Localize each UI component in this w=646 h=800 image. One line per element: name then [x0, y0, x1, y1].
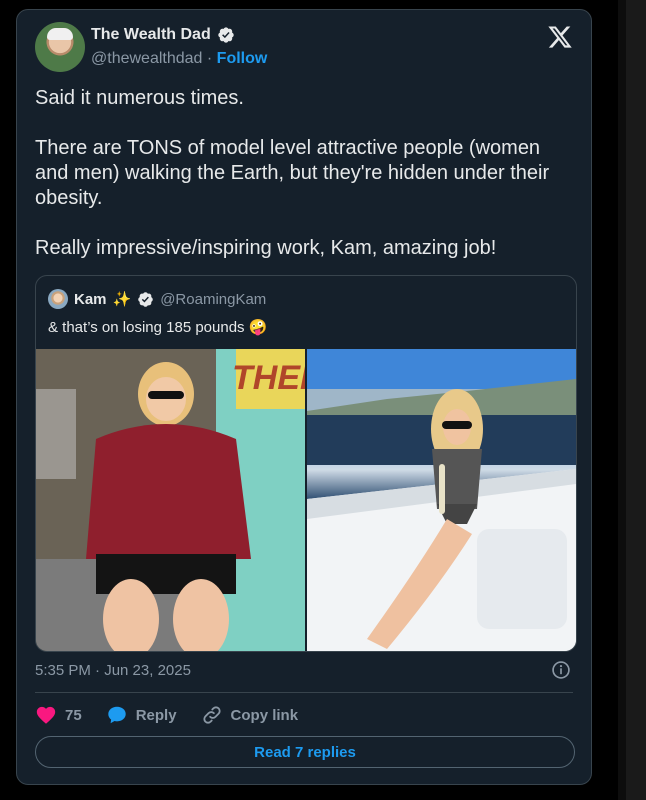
before-photo[interactable]: THEM	[36, 349, 305, 651]
author-display-name[interactable]: The Wealth Dad	[91, 26, 211, 44]
link-icon	[202, 706, 221, 724]
after-photo[interactable]	[307, 349, 576, 651]
before-photo-illustration: THEM	[36, 349, 305, 651]
quoted-tweet-header: Kam ✨ @RoamingKam	[48, 289, 266, 309]
quoted-author-avatar	[48, 289, 68, 309]
tweet-embed-card: The Wealth Dad @thewealthdad · Follow Sa…	[16, 9, 592, 785]
copy-link-button[interactable]: Copy link	[201, 704, 299, 726]
quoted-tweet-text: & that’s on losing 185 pounds 🤪	[48, 319, 268, 336]
verified-badge-icon	[218, 27, 234, 43]
author-handle-row: @thewealthdad · Follow	[91, 50, 267, 68]
quoted-verified-badge-icon	[138, 291, 153, 307]
quoted-author-handle: @RoamingKam	[160, 290, 267, 308]
background-panel	[618, 0, 626, 800]
tweet-timestamp[interactable]: 5:35 PM · Jun 23, 2025	[35, 662, 191, 679]
like-count: 75	[65, 706, 82, 724]
heart-icon	[36, 706, 56, 724]
quoted-media[interactable]: THEM	[36, 349, 576, 651]
author-name-row: The Wealth Dad	[91, 26, 235, 44]
x-logo-icon[interactable]	[547, 24, 573, 50]
like-button[interactable]: 75	[35, 704, 82, 726]
quoted-tweet[interactable]: Kam ✨ @RoamingKam & that’s on losing 185…	[35, 275, 577, 652]
action-bar: 75 Reply Copy link	[35, 704, 322, 726]
copy-link-label: Copy link	[230, 706, 299, 724]
read-replies-button[interactable]: Read 7 replies	[35, 736, 575, 768]
handle-separator: ·	[206, 50, 213, 67]
author-handle[interactable]: @thewealthdad	[91, 50, 202, 67]
svg-text:THEM: THEM	[232, 359, 305, 397]
scrollbar[interactable]	[626, 0, 646, 800]
author-avatar[interactable]	[35, 22, 85, 72]
divider	[35, 692, 573, 693]
info-icon[interactable]	[551, 660, 571, 680]
reply-bubble-icon	[107, 706, 126, 724]
after-photo-illustration	[307, 349, 576, 651]
follow-button[interactable]: Follow	[217, 50, 268, 67]
reply-button[interactable]: Reply	[106, 704, 177, 726]
quoted-author-name: Kam	[74, 290, 107, 308]
sparkles-emoji: ✨	[112, 291, 132, 308]
reply-label: Reply	[135, 706, 177, 724]
tweet-text: Said it numerous times. There are TONS o…	[35, 87, 550, 259]
